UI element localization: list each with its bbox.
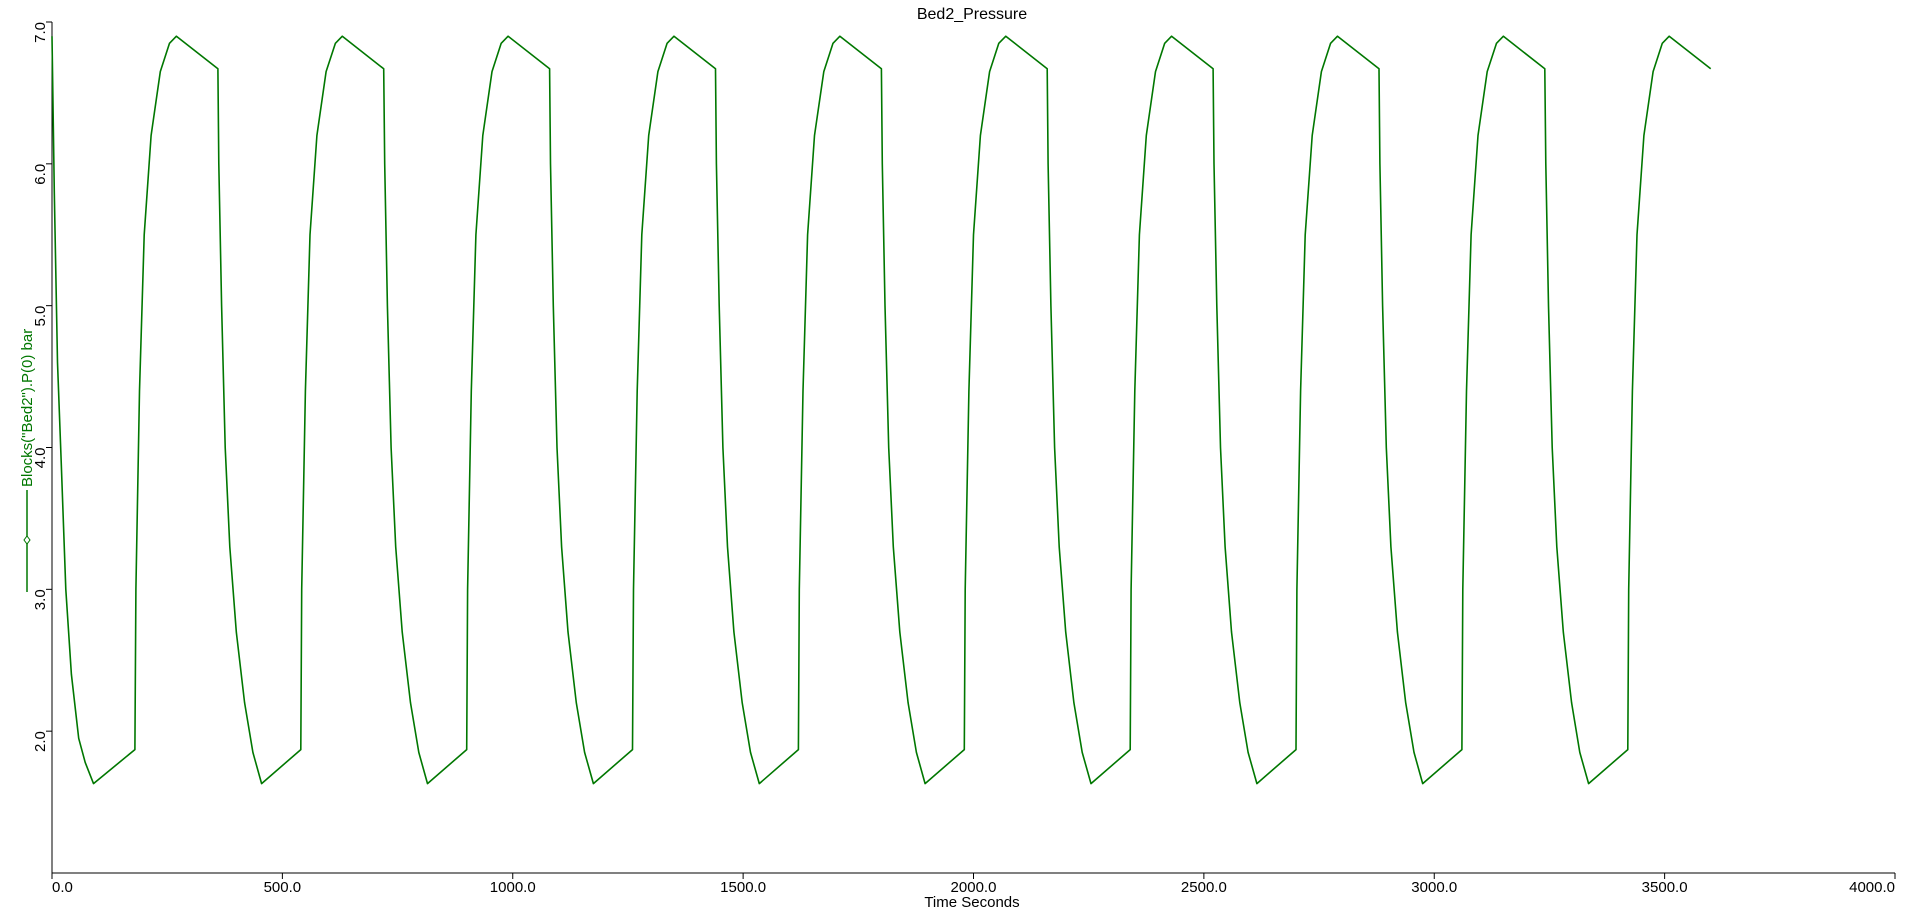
x-tick-label: 3000.0	[1411, 879, 1457, 896]
x-tick-label: 500.0	[264, 879, 302, 896]
series-line-bed2-pressure	[51, 35, 1712, 785]
x-tick-label: 3500.0	[1642, 879, 1688, 896]
y-tick-label: 5.0	[32, 306, 49, 327]
x-axis-ticks: 0.0 500.0 1000.0 1500.0 2000.0 2500.0 3000.0 35…	[51, 873, 1896, 896]
x-axis-label: Time Seconds	[924, 894, 1019, 911]
x-tick-label: 1000.0	[490, 879, 536, 896]
x-tick-label: 1500.0	[720, 879, 766, 896]
y-tick-label: 2.0	[32, 731, 49, 752]
y-tick-label: 6.0	[32, 164, 49, 185]
legend: Blocks("Bed2").P(0) bar	[19, 329, 36, 592]
y-axis-label: Blocks("Bed2").P(0) bar	[19, 329, 36, 487]
legend-marker-diamond	[23, 535, 31, 545]
y-tick-label: 7.0	[32, 22, 49, 43]
chart-title: Bed2_Pressure	[917, 6, 1027, 23]
series-group	[51, 35, 1712, 785]
x-tick-label: 4000.0	[1849, 879, 1895, 896]
chart-canvas: Bed2_Pressure 0.0 500.0 1000.0 1500.0 2000.0…	[19, 6, 1896, 911]
x-tick-label: 2500.0	[1181, 879, 1227, 896]
x-tick-label: 0.0	[52, 879, 73, 896]
y-tick-label: 3.0	[32, 589, 49, 610]
